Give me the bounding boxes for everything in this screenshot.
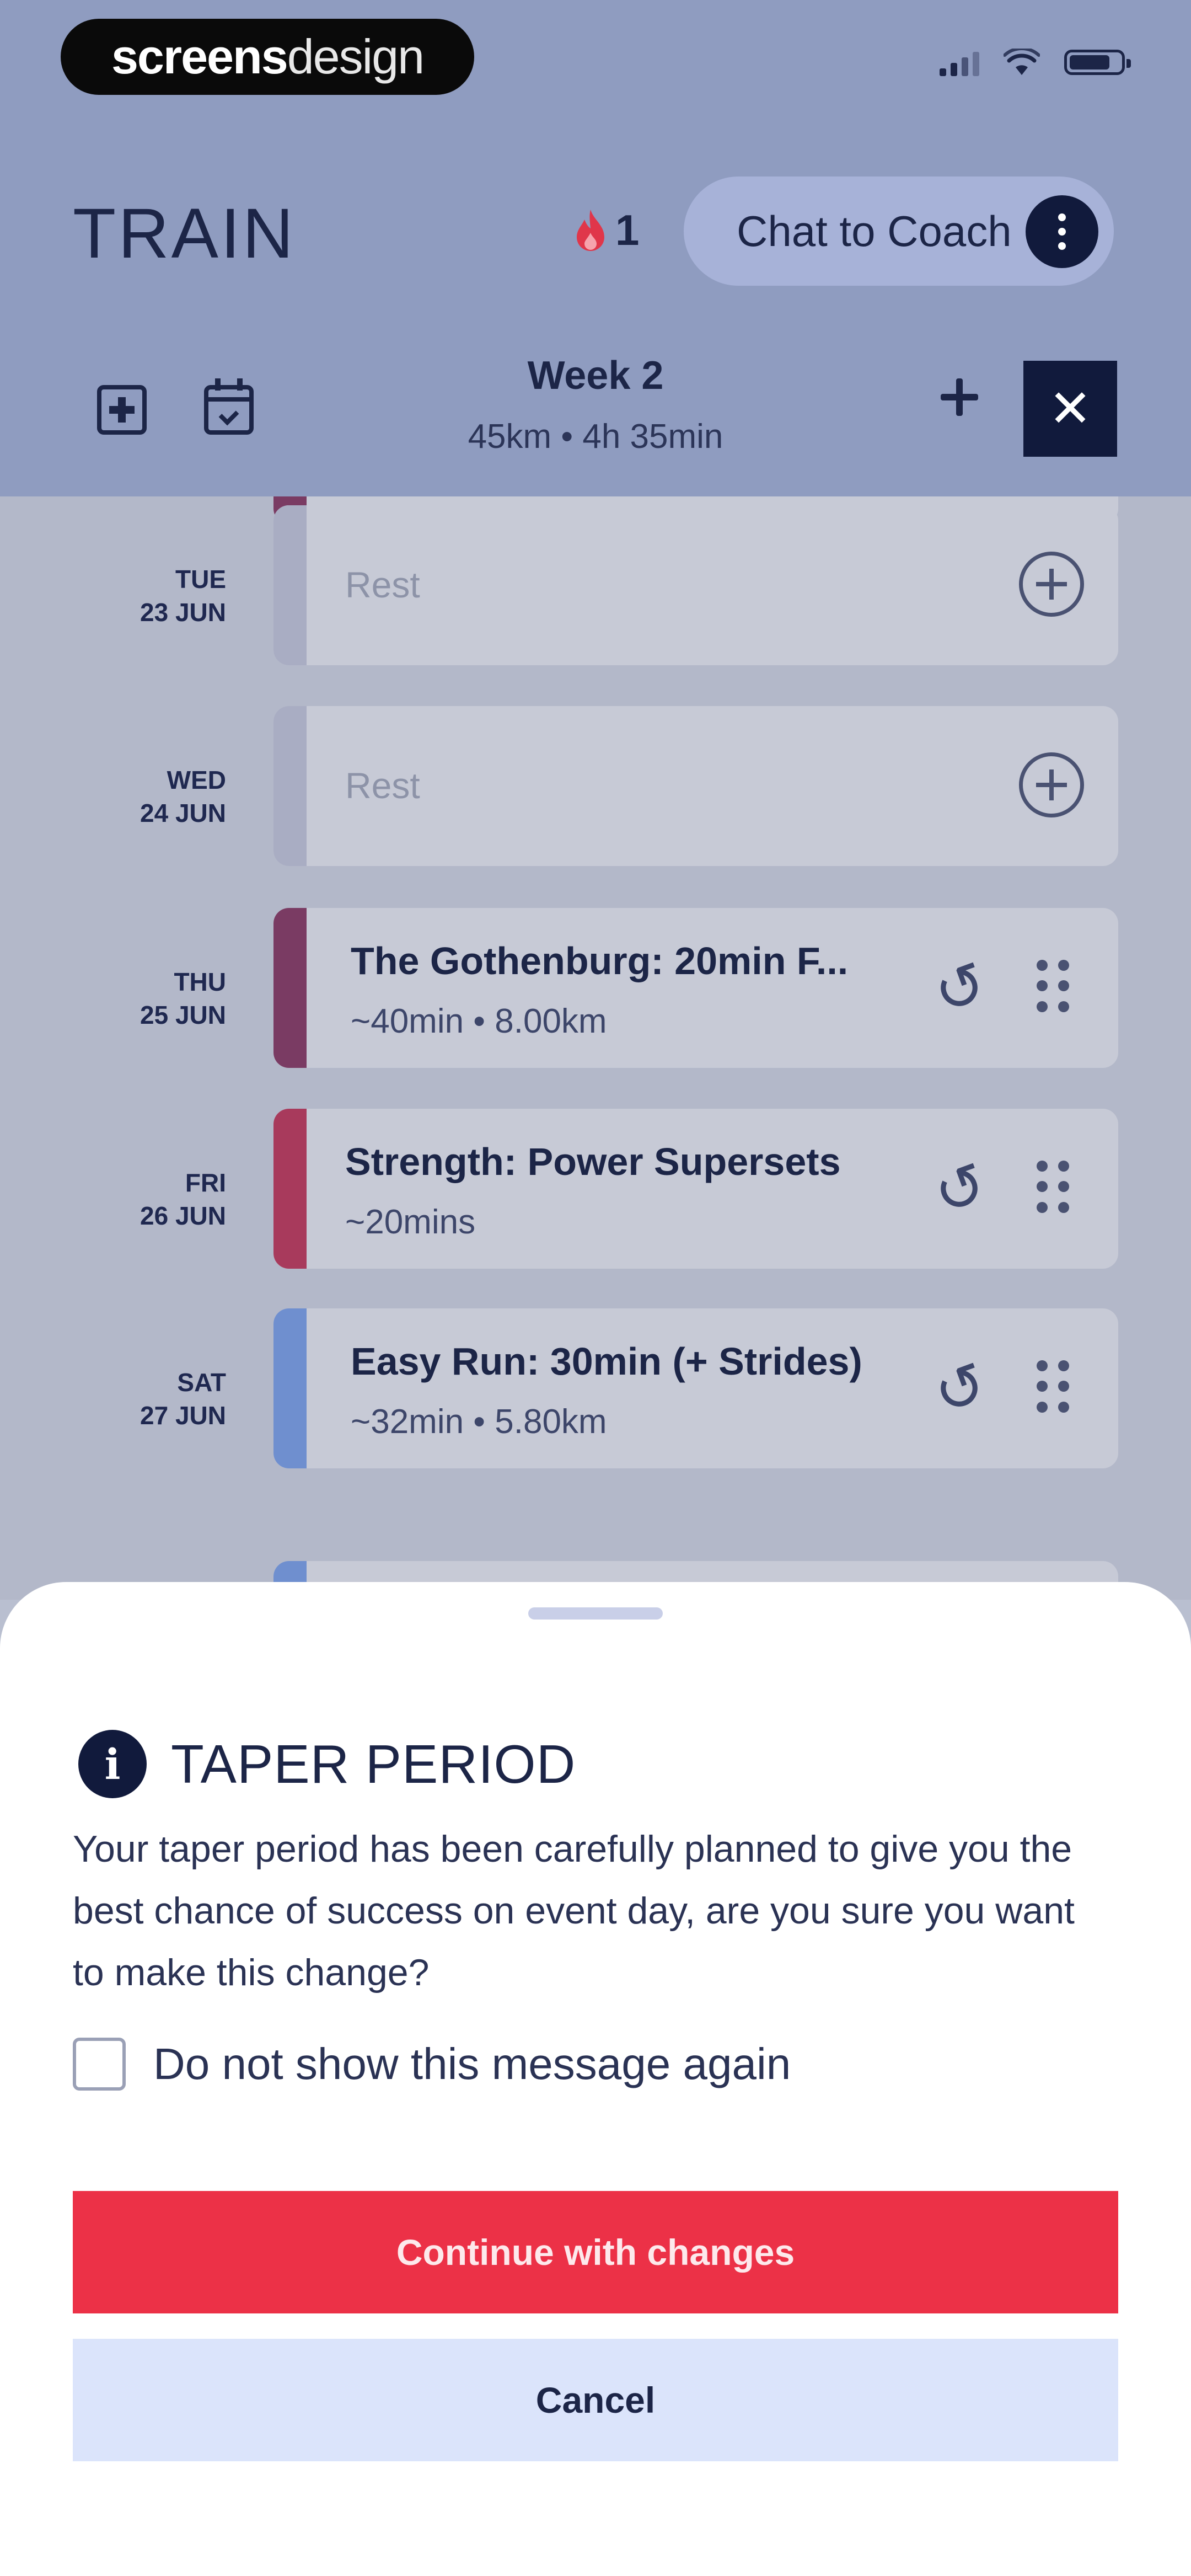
close-icon: ✕ (1048, 379, 1092, 437)
day-date: 26 JUN (140, 1201, 226, 1230)
workout-meta: ~32min • 5.80km (351, 1403, 607, 1441)
chat-to-coach-label: Chat to Coach (737, 206, 1012, 255)
brand-part2: design (287, 29, 425, 84)
day-label: THU 25 JUN (61, 965, 226, 1032)
undo-icon[interactable]: ↺ (925, 1149, 996, 1230)
day-label: SAT 27 JUN (61, 1366, 226, 1432)
brand-part1: screens (111, 29, 288, 84)
workout-distance: 5.80km (495, 1403, 607, 1441)
sheet-drag-handle[interactable] (528, 1607, 663, 1620)
page-title: TRAIN (73, 194, 296, 273)
workout-duration: ~40min (351, 1002, 464, 1040)
day-date: 24 JUN (140, 799, 226, 827)
dont-show-again-label[interactable]: Do not show this message again (153, 2039, 791, 2089)
week-summary: 45km • 4h 35min (468, 418, 723, 456)
add-workout-icon[interactable] (1019, 752, 1084, 817)
status-bar (940, 49, 1131, 76)
day-label: FRI 26 JUN (61, 1166, 226, 1232)
sheet-message: Your taper period has been carefully pla… (73, 1828, 1075, 1994)
streak-counter[interactable]: 1 (573, 205, 639, 255)
undo-icon[interactable]: ↺ (925, 1349, 996, 1430)
day-date: 25 JUN (140, 1001, 226, 1029)
continue-with-changes-button[interactable]: Continue with changes (73, 2191, 1118, 2313)
rest-label: Rest (345, 765, 420, 806)
workout-name: Strength: Power Supersets (345, 1140, 841, 1183)
day-of-week: TUE (175, 565, 226, 594)
drag-handle-icon[interactable] (1037, 960, 1070, 1015)
rest-card[interactable]: Rest (273, 706, 1118, 866)
day-date: 23 JUN (140, 598, 226, 627)
dont-show-again-row[interactable]: Do not show this message again (73, 2038, 791, 2091)
workout-card[interactable]: The Gothenburg: 20min F... ~40min • 8.00… (273, 908, 1118, 1068)
workout-name: Easy Run: 30min (+ Strides) (351, 1340, 862, 1383)
add-icon[interactable] (937, 375, 981, 419)
day-of-week: SAT (177, 1368, 226, 1397)
workout-duration: ~20mins (345, 1203, 476, 1241)
header: screens design TRAIN 1 Chat to Coach Wee… (0, 0, 1191, 496)
cancel-button[interactable]: Cancel (73, 2339, 1118, 2461)
workout-card[interactable]: Easy Run: 30min (+ Strides) ~32min • 5.8… (273, 1308, 1118, 1468)
signal-icon (940, 49, 979, 76)
day-of-week: THU (174, 968, 226, 996)
flame-icon (577, 209, 604, 251)
wifi-icon (1004, 49, 1040, 75)
workout-card[interactable]: Strength: Power Supersets ~20mins ↺ (273, 1109, 1118, 1269)
day-of-week: FRI (185, 1168, 226, 1197)
info-icon: i (78, 1730, 147, 1798)
app-screen: screens design TRAIN 1 Chat to Coach Wee… (0, 0, 1191, 2576)
add-workout-icon[interactable] (1019, 552, 1084, 617)
schedule-list: TUE 23 JUN Rest WED 24 JUN Rest THU 25 J… (0, 496, 1191, 1600)
workout-meta: ~40min • 8.00km (351, 1002, 607, 1040)
drag-handle-icon[interactable] (1037, 1161, 1070, 1216)
day-label: WED 24 JUN (61, 763, 226, 830)
drag-handle-icon[interactable] (1037, 1360, 1070, 1415)
brand-badge: screens design (61, 19, 474, 95)
week-title: Week 2 (527, 354, 664, 398)
rest-label: Rest (345, 564, 420, 605)
sheet-title: TAPER PERIOD (171, 1734, 576, 1794)
day-date: 27 JUN (140, 1401, 226, 1430)
workout-name: The Gothenburg: 20min F... (351, 939, 849, 982)
more-icon (1026, 195, 1098, 268)
streak-count: 1 (615, 206, 640, 254)
workout-distance: 8.00km (495, 1002, 607, 1040)
workout-duration: ~32min (351, 1403, 464, 1441)
dont-show-again-checkbox[interactable] (73, 2038, 126, 2091)
taper-warning-sheet: i TAPER PERIOD Your taper period has bee… (0, 1582, 1191, 2576)
day-of-week: WED (167, 766, 226, 794)
rest-card[interactable]: Rest (273, 505, 1118, 665)
chat-to-coach-button[interactable]: Chat to Coach (684, 177, 1114, 286)
undo-icon[interactable]: ↺ (925, 948, 996, 1029)
battery-icon (1064, 50, 1131, 75)
close-button[interactable]: ✕ (1023, 361, 1117, 457)
day-label: TUE 23 JUN (61, 563, 226, 629)
